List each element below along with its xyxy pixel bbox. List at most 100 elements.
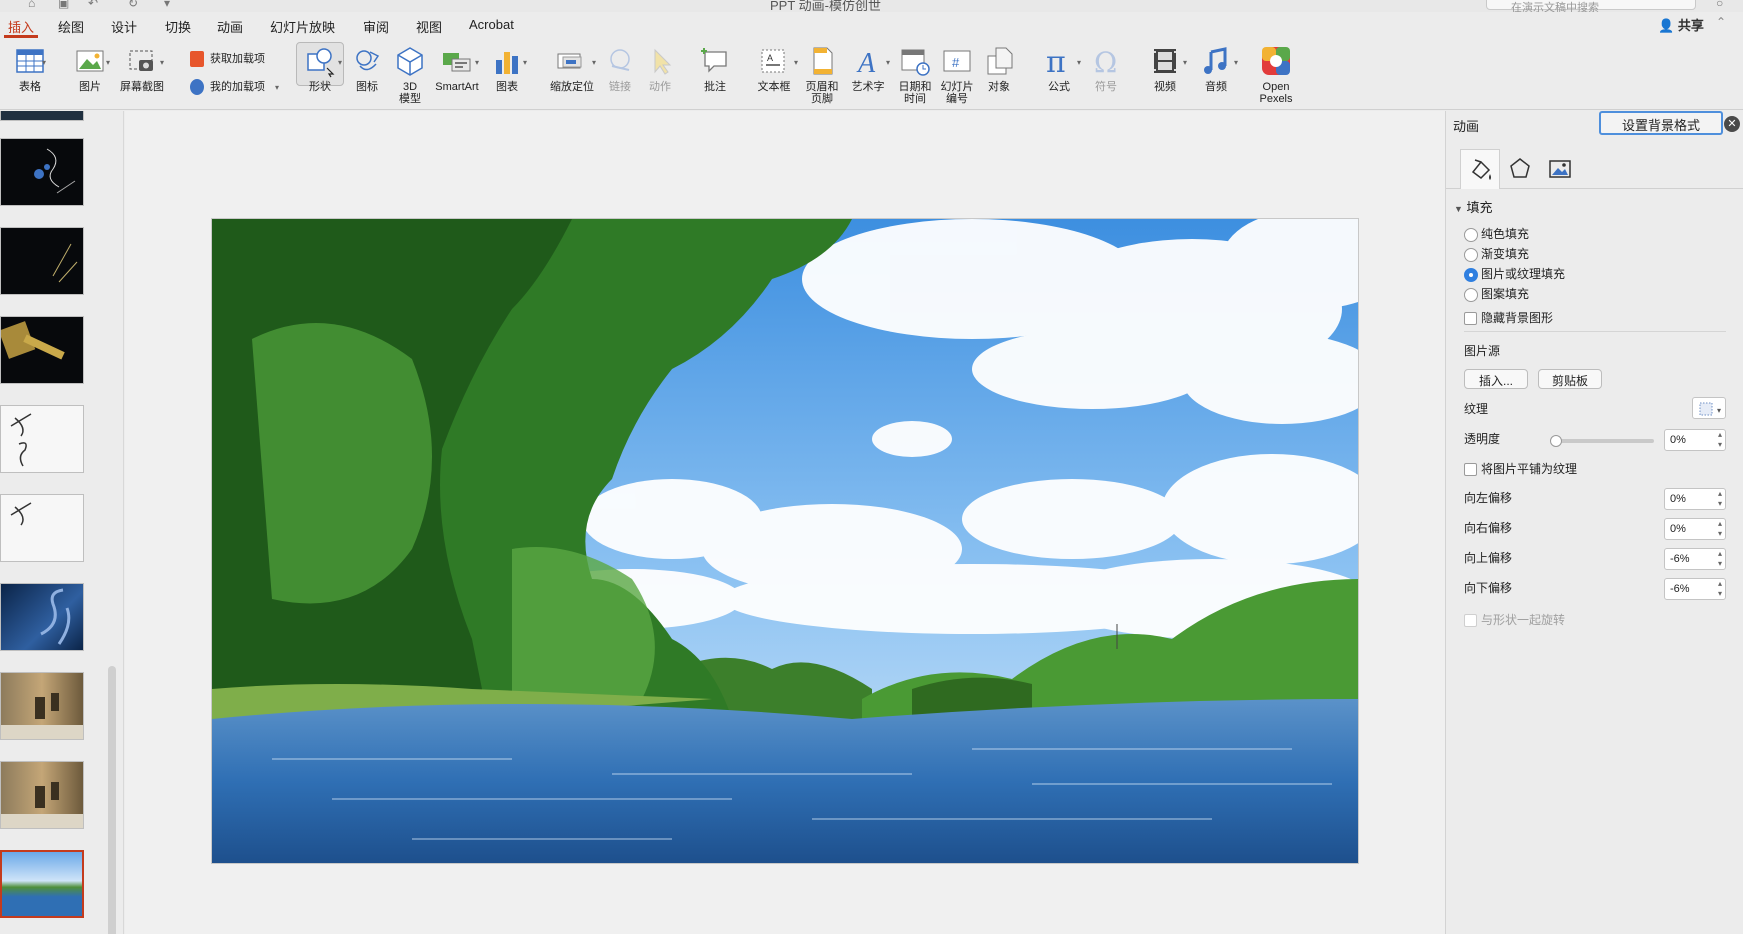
- rotate-with-shape-checkbox[interactable]: 与形状一起旋转: [1464, 611, 1565, 629]
- thumbnail-scrollbar[interactable]: [108, 666, 116, 934]
- pattern-fill-label: 图案填充: [1481, 287, 1530, 301]
- slide-thumbnail[interactable]: [0, 761, 84, 829]
- tile-texture-checkbox[interactable]: 将图片平铺为纹理: [1464, 460, 1577, 478]
- comment-button[interactable]: 批注: [685, 44, 745, 93]
- clipboard-button[interactable]: 剪贴板: [1538, 369, 1602, 389]
- effects-category-button[interactable]: [1500, 149, 1540, 189]
- window-title: PPT 动画-模仿创世: [770, 0, 881, 12]
- search-input[interactable]: 在演示文稿中搜索: [1486, 0, 1696, 12]
- share-label: 共享: [1677, 18, 1704, 33]
- ribbon-tabs: 插入 绘图 设计 切换 动画 幻灯片放映 审阅 视图 Acrobat 👤 共享 …: [0, 12, 1743, 38]
- tab-design[interactable]: 设计: [111, 17, 137, 36]
- share-button[interactable]: 👤 共享: [1658, 15, 1704, 34]
- open-pexels-label: Open Pexels: [1259, 81, 1293, 105]
- header-footer-icon: [813, 47, 833, 75]
- slide-thumbnail[interactable]: [0, 672, 84, 740]
- format-background-tab[interactable]: 设置背景格式: [1599, 111, 1723, 135]
- save-icon[interactable]: ▣: [58, 0, 69, 10]
- offset-left-input[interactable]: 0%: [1664, 488, 1726, 510]
- slide-thumbnail[interactable]: [0, 405, 84, 473]
- transparency-input[interactable]: 0%: [1664, 429, 1726, 451]
- redo-icon[interactable]: ↻: [128, 0, 138, 10]
- slide-thumbnail[interactable]: [0, 227, 84, 295]
- undo-icon[interactable]: ↶: [88, 0, 98, 10]
- insert-picture-button[interactable]: 插入...: [1464, 369, 1528, 389]
- my-addins-label: 我的加载项: [210, 81, 265, 93]
- tab-draw[interactable]: 绘图: [58, 17, 84, 36]
- screenshot-button[interactable]: ▾ 屏幕截图: [112, 44, 172, 93]
- collapse-ribbon-icon[interactable]: ⌃: [1716, 15, 1726, 29]
- wordart-icon: A: [856, 48, 876, 78]
- current-slide[interactable]: [211, 218, 1359, 864]
- checkbox-box: [1464, 312, 1477, 326]
- customize-icon[interactable]: ▾: [164, 0, 170, 10]
- svg-text:π: π: [1046, 45, 1066, 78]
- symbol-button[interactable]: Ω 符号: [1076, 44, 1136, 93]
- zoom-icon: [557, 53, 582, 69]
- comment-label: 批注: [704, 81, 726, 93]
- open-pexels-button[interactable]: Open Pexels: [1246, 44, 1306, 105]
- close-pane-button[interactable]: ✕: [1724, 116, 1740, 132]
- svg-text:A: A: [856, 48, 876, 78]
- film-icon: [1154, 49, 1176, 73]
- offset-bottom-input[interactable]: -6%: [1664, 578, 1726, 600]
- transparency-slider[interactable]: [1550, 435, 1654, 447]
- tab-transitions[interactable]: 切换: [165, 17, 191, 36]
- radio-indicator: [1464, 247, 1478, 262]
- help-icon[interactable]: ○: [1716, 0, 1723, 10]
- chart-button[interactable]: ▾ 图表: [477, 44, 537, 93]
- thumbnail-art: [34, 148, 76, 194]
- slide-thumbnail[interactable]: [0, 494, 84, 562]
- table-button[interactable]: ▾ 表格: [0, 44, 60, 93]
- object-button[interactable]: 对象: [969, 44, 1029, 93]
- my-addins-button[interactable]: 我的加载项 ▾: [190, 78, 279, 98]
- fill-section-header[interactable]: ▼ 填充: [1454, 197, 1493, 216]
- music-note-icon: [1204, 47, 1227, 74]
- smartart-icon: [443, 53, 471, 72]
- slider-knob[interactable]: [1550, 435, 1562, 447]
- solid-fill-radio[interactable]: 纯色填充: [1464, 225, 1529, 243]
- get-addins-button[interactable]: 获取加载项: [190, 50, 265, 70]
- gradient-fill-radio[interactable]: 渐变填充: [1464, 245, 1529, 263]
- slide-thumbnail-selected[interactable]: [0, 850, 84, 918]
- tab-review[interactable]: 审阅: [363, 17, 389, 36]
- triangle-down-icon: ▼: [1454, 204, 1463, 214]
- slide-thumbnail[interactable]: [0, 583, 84, 651]
- texture-picker[interactable]: ▾: [1692, 397, 1726, 419]
- tab-slideshow[interactable]: 幻灯片放映: [270, 17, 335, 36]
- tab-animations[interactable]: 动画: [217, 17, 243, 36]
- audio-button[interactable]: ▾ 音频: [1186, 44, 1246, 93]
- tab-acrobat[interactable]: Acrobat: [469, 17, 514, 32]
- slide-thumbnail[interactable]: [0, 138, 84, 206]
- checkbox-box: [1464, 614, 1477, 628]
- tab-insert[interactable]: 插入: [8, 17, 34, 36]
- action-label: 动作: [649, 81, 671, 93]
- cube-icon: [397, 47, 423, 76]
- offset-right-input[interactable]: 0%: [1664, 518, 1726, 540]
- pentagon-icon: [1510, 158, 1530, 178]
- picture-texture-fill-radio[interactable]: 图片或纹理填充: [1464, 265, 1565, 283]
- tab-view[interactable]: 视图: [416, 17, 442, 36]
- slide-thumbnail[interactable]: [0, 316, 84, 384]
- thumbnail-art: [10, 502, 32, 526]
- svg-text:▾: ▾: [1717, 406, 1721, 415]
- hide-background-checkbox[interactable]: 隐藏背景图形: [1464, 309, 1553, 327]
- pattern-fill-radio[interactable]: 图案填充: [1464, 285, 1529, 303]
- picture-texture-fill-label: 图片或纹理填充: [1481, 267, 1566, 281]
- slide-editing-canvas: [125, 111, 1445, 934]
- fill-category-button[interactable]: [1460, 149, 1500, 189]
- chevron-down-icon: ▾: [275, 83, 280, 92]
- comment-icon: [701, 48, 727, 73]
- offset-top-input[interactable]: -6%: [1664, 548, 1726, 570]
- action-button[interactable]: 动作: [630, 44, 690, 93]
- slide-thumbnail[interactable]: [0, 111, 84, 121]
- svg-text:Ω: Ω: [1094, 46, 1117, 78]
- picture-category-button[interactable]: [1540, 149, 1580, 189]
- close-icon: ✕: [1727, 118, 1737, 130]
- animation-pane-tab[interactable]: 动画: [1453, 113, 1601, 139]
- picture-button[interactable]: ▾ 图片: [60, 44, 120, 93]
- thumbnail-art: [1, 782, 83, 828]
- offset-top-label: 向上偏移: [1464, 551, 1513, 565]
- offset-bottom-label: 向下偏移: [1464, 581, 1513, 595]
- home-icon[interactable]: ⌂: [28, 0, 35, 10]
